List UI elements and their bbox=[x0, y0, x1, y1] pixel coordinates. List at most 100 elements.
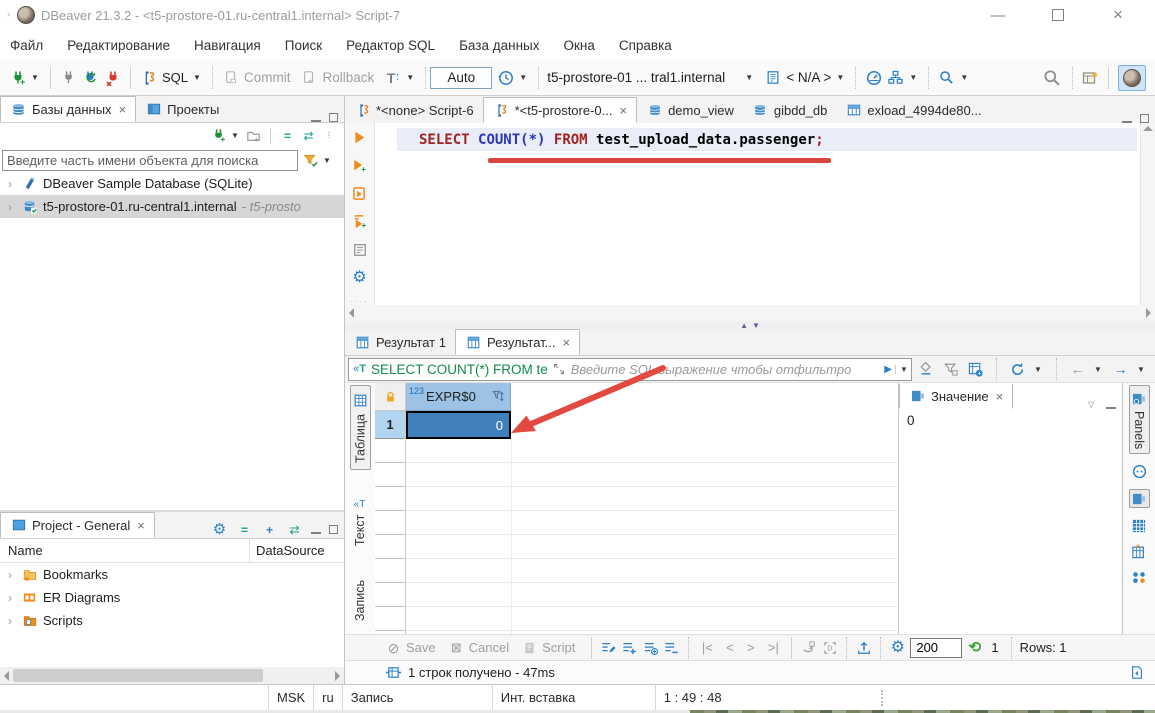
reconnect-icon[interactable] bbox=[82, 69, 99, 86]
next-row-icon[interactable]: > bbox=[742, 639, 759, 656]
filter-config-icon[interactable] bbox=[302, 152, 319, 169]
row-number[interactable]: 1 bbox=[375, 411, 405, 439]
schema-combo[interactable]: < N/A > ▼ bbox=[759, 69, 851, 86]
filter-history-dropdown[interactable]: ▼ bbox=[895, 365, 909, 374]
sash-up-icon[interactable]: ▲ bbox=[740, 321, 748, 330]
fetch-page-icon[interactable] bbox=[800, 639, 817, 656]
menu-edit[interactable]: Редактирование bbox=[67, 38, 170, 53]
new-sql-editor-button[interactable]: SQL ▼ bbox=[135, 69, 208, 86]
menu-help[interactable]: Справка bbox=[619, 38, 672, 53]
disconnect-icon[interactable] bbox=[104, 69, 121, 86]
menu-sql-editor[interactable]: Редактор SQL bbox=[346, 38, 435, 53]
tab-value[interactable]: Значение × bbox=[899, 384, 1013, 409]
sash-down-icon[interactable]: ▼ bbox=[752, 321, 760, 330]
first-row-icon[interactable]: |< bbox=[697, 639, 717, 656]
tx-history-icon[interactable] bbox=[497, 69, 514, 86]
tab-databases-close-icon[interactable]: × bbox=[119, 102, 127, 117]
save-filter-icon[interactable]: + bbox=[967, 361, 984, 378]
tab-project-close-icon[interactable]: × bbox=[137, 518, 145, 533]
tab-gibdd-db[interactable]: gibdd_db bbox=[743, 97, 837, 123]
expand-filter-icon[interactable] bbox=[551, 361, 568, 378]
value-content[interactable]: 0 bbox=[899, 409, 1122, 432]
transaction-log-icon[interactable]: T⁚ bbox=[384, 69, 401, 86]
dashboard-icon[interactable] bbox=[865, 69, 882, 86]
editor-body[interactable]: + + ⚙ ···· ! SELECT COUNT(*) FROM test_u… bbox=[345, 123, 1155, 305]
last-row-icon[interactable]: >| bbox=[763, 639, 783, 656]
db-panel-minimize-icon[interactable] bbox=[311, 114, 321, 122]
execute-new-tab-icon[interactable]: + bbox=[351, 157, 368, 174]
fetch-size-input[interactable] bbox=[910, 638, 962, 658]
commit-mode-combo[interactable]: Auto bbox=[430, 67, 492, 89]
nav-connection-dropdown[interactable]: ▼ bbox=[231, 131, 241, 140]
value-view-toggle-icon[interactable] bbox=[1129, 489, 1150, 508]
menu-search[interactable]: Поиск bbox=[285, 38, 322, 53]
tree-item-sample-database[interactable]: › DBeaver Sample Database (SQLite) bbox=[0, 172, 344, 195]
execute-script-new-icon[interactable]: + bbox=[351, 213, 368, 230]
status-timezone[interactable]: MSK bbox=[268, 685, 313, 710]
object-search-input[interactable] bbox=[2, 150, 298, 171]
column-datasource[interactable]: DataSource bbox=[249, 539, 344, 562]
prev-row-icon[interactable]: < bbox=[721, 639, 738, 656]
expander-icon[interactable]: › bbox=[4, 591, 16, 605]
project-item-scripts[interactable]: › Scripts bbox=[0, 609, 344, 632]
menu-file[interactable]: Файл bbox=[10, 38, 43, 53]
global-search-icon[interactable] bbox=[1041, 69, 1063, 86]
tab-close-icon[interactable]: × bbox=[563, 335, 571, 350]
tab-result-1[interactable]: Результат 1 bbox=[345, 329, 455, 355]
column-filter-sort-icon[interactable] bbox=[490, 388, 507, 405]
refresh-dropdown[interactable]: ▼ bbox=[1034, 365, 1044, 374]
expander-icon[interactable]: › bbox=[4, 568, 16, 582]
tab-result-2[interactable]: Результат... × bbox=[455, 329, 580, 355]
sql-statement[interactable]: SELECT COUNT(*) FROM test_upload_data.pa… bbox=[419, 132, 824, 148]
connect-icon[interactable] bbox=[60, 69, 77, 86]
metadata-panel-icon[interactable] bbox=[1131, 517, 1148, 534]
grid-corner[interactable] bbox=[375, 383, 405, 411]
tab-close-icon[interactable]: × bbox=[619, 103, 627, 118]
references-panel-icon[interactable] bbox=[1131, 569, 1148, 586]
tab-script-7[interactable]: *<t5-prostore-0... × bbox=[483, 97, 638, 123]
column-name[interactable]: Name bbox=[0, 543, 43, 558]
tab-exload[interactable]: exload_4994de80... bbox=[836, 97, 990, 123]
perspective-icon[interactable] bbox=[1082, 69, 1099, 86]
menu-window[interactable]: Окна bbox=[563, 38, 594, 53]
maximize-button[interactable] bbox=[1035, 1, 1081, 29]
close-button[interactable]: × bbox=[1095, 1, 1141, 29]
menu-database[interactable]: База данных bbox=[459, 38, 539, 53]
selected-cell[interactable]: 0 bbox=[406, 411, 511, 439]
nav-back-icon[interactable]: ← bbox=[1069, 361, 1086, 378]
editor-maximize-icon[interactable] bbox=[1140, 114, 1149, 123]
nav-forward-icon[interactable]: → bbox=[1112, 361, 1129, 378]
column-header-expr0[interactable]: 123 EXPR$0 bbox=[406, 383, 511, 411]
expander-icon[interactable]: › bbox=[4, 614, 16, 628]
expander-icon[interactable]: › bbox=[4, 200, 16, 214]
value-panel-menu-icon[interactable]: ▽ bbox=[1088, 400, 1098, 409]
fetch-all-icon[interactable]: D bbox=[821, 639, 838, 656]
project-item-bookmarks[interactable]: › Bookmarks bbox=[0, 563, 344, 586]
aggregate-panel-icon[interactable] bbox=[1131, 543, 1148, 560]
apply-filter-icon[interactable]: ▶ bbox=[884, 364, 892, 375]
filter-input-box[interactable]: «T SELECT COUNT(*) FROM te Введите SQL в… bbox=[348, 358, 912, 381]
editor-minimize-icon[interactable] bbox=[1122, 115, 1132, 123]
tab-databases[interactable]: Базы данных × bbox=[0, 96, 136, 122]
cancel-button[interactable]: Cancel bbox=[469, 640, 509, 655]
editor-hscrollbar[interactable] bbox=[345, 305, 1155, 321]
presentation-tab-grid[interactable]: Таблица bbox=[350, 385, 371, 470]
new-connection-dropdown[interactable]: ▼ bbox=[31, 73, 41, 82]
duplicate-row-icon[interactable] bbox=[642, 639, 659, 656]
new-folder-icon[interactable]: + bbox=[245, 127, 262, 144]
editor-settings-icon[interactable]: ⚙ bbox=[351, 269, 368, 286]
expander-icon[interactable]: › bbox=[4, 177, 16, 191]
db-panel-maximize-icon[interactable] bbox=[329, 113, 338, 122]
collapse-all-icon[interactable]: = bbox=[279, 127, 296, 144]
execute-statement-icon[interactable] bbox=[351, 129, 368, 146]
menu-navigate[interactable]: Навигация bbox=[194, 38, 261, 53]
er-diagram-icon[interactable] bbox=[887, 69, 904, 86]
status-locale[interactable]: ru bbox=[313, 685, 342, 710]
project-item-er-diagrams[interactable]: › ER Diagrams bbox=[0, 586, 344, 609]
rollback-button[interactable]: Rollback bbox=[296, 69, 380, 86]
tab-projects[interactable]: Проекты bbox=[136, 96, 228, 122]
export-data-icon[interactable] bbox=[855, 639, 872, 656]
filters-menu-icon[interactable] bbox=[942, 361, 959, 378]
tab-value-close-icon[interactable]: × bbox=[996, 389, 1004, 404]
commit-button[interactable]: Commit bbox=[217, 69, 296, 86]
